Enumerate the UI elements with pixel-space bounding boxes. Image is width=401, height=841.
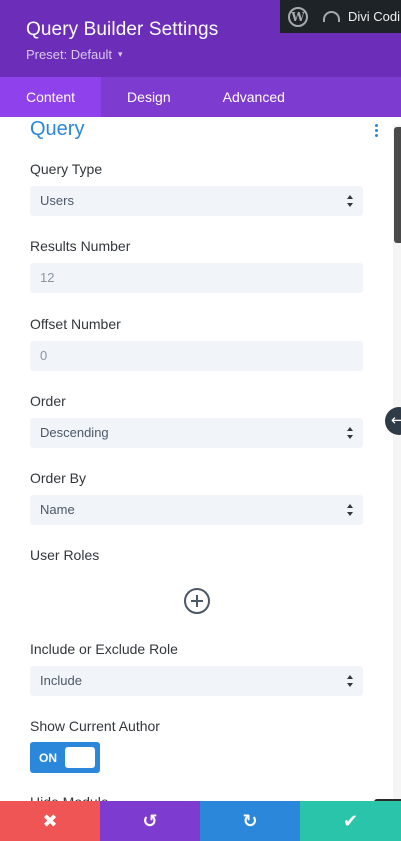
results-number-input[interactable]: 12 bbox=[30, 263, 363, 293]
query-type-select[interactable]: Users bbox=[30, 186, 363, 216]
order-by-select[interactable]: Name bbox=[30, 495, 363, 525]
caret-down-icon: ▾ bbox=[118, 49, 123, 59]
order-label: Order bbox=[30, 393, 66, 409]
redo-icon: ↻ bbox=[242, 810, 258, 832]
close-icon: ✖ bbox=[42, 810, 58, 832]
order-by-label: Order By bbox=[30, 470, 87, 486]
cancel-button[interactable]: ✖ bbox=[0, 801, 100, 841]
toggle-knob bbox=[65, 747, 95, 768]
add-role-icon[interactable] bbox=[184, 588, 210, 614]
order-by-value: Name bbox=[40, 502, 75, 517]
settings-tabs: Content Design Advanced bbox=[0, 77, 401, 117]
dashboard-icon[interactable] bbox=[323, 11, 340, 22]
bottom-action-bar: ✖ ↺ ↻ ✔ bbox=[0, 801, 401, 841]
select-arrows-icon bbox=[347, 504, 353, 516]
offset-number-label: Offset Number bbox=[30, 316, 121, 332]
checkmark-icon: ✔ bbox=[342, 810, 359, 832]
collapse-arrow-icon[interactable] bbox=[385, 407, 401, 435]
tab-content[interactable]: Content bbox=[0, 77, 102, 117]
results-number-label: Results Number bbox=[30, 238, 131, 254]
save-button[interactable]: ✔ bbox=[300, 801, 401, 841]
tab-design[interactable]: Design bbox=[101, 77, 197, 117]
toggle-on-label: ON bbox=[39, 751, 57, 765]
include-exclude-role-value: Include bbox=[40, 673, 82, 688]
show-current-author-label: Show Current Author bbox=[30, 718, 160, 734]
preset-label: Preset: Default bbox=[26, 47, 112, 62]
tab-advanced[interactable]: Advanced bbox=[197, 77, 311, 117]
scrollbar-thumb[interactable] bbox=[394, 127, 401, 243]
undo-icon: ↺ bbox=[142, 810, 158, 832]
query-type-label: Query Type bbox=[30, 161, 103, 177]
undo-button[interactable]: ↺ bbox=[100, 801, 200, 841]
select-arrows-icon bbox=[347, 427, 353, 439]
query-type-value: Users bbox=[40, 193, 74, 208]
section-menu-icon[interactable] bbox=[375, 124, 378, 137]
wp-admin-bar: W Divi Codi bbox=[280, 0, 401, 33]
select-arrows-icon bbox=[347, 195, 353, 207]
modal-title: Query Builder Settings bbox=[26, 19, 219, 40]
section-title[interactable]: Query bbox=[30, 118, 84, 141]
offset-number-input[interactable]: 0 bbox=[30, 341, 363, 371]
site-name-link[interactable]: Divi Codi bbox=[348, 9, 400, 24]
redo-button[interactable]: ↻ bbox=[200, 801, 300, 841]
preset-selector[interactable]: Preset: Default ▾ bbox=[26, 47, 123, 62]
wordpress-logo-icon[interactable]: W bbox=[288, 6, 308, 27]
order-select[interactable]: Descending bbox=[30, 418, 363, 448]
user-roles-label: User Roles bbox=[30, 547, 100, 563]
include-exclude-role-label: Include or Exclude Role bbox=[30, 641, 178, 657]
order-value: Descending bbox=[40, 425, 109, 440]
select-arrows-icon bbox=[347, 675, 353, 687]
show-current-author-toggle[interactable]: ON bbox=[30, 742, 100, 773]
include-exclude-role-select[interactable]: Include bbox=[30, 666, 363, 696]
